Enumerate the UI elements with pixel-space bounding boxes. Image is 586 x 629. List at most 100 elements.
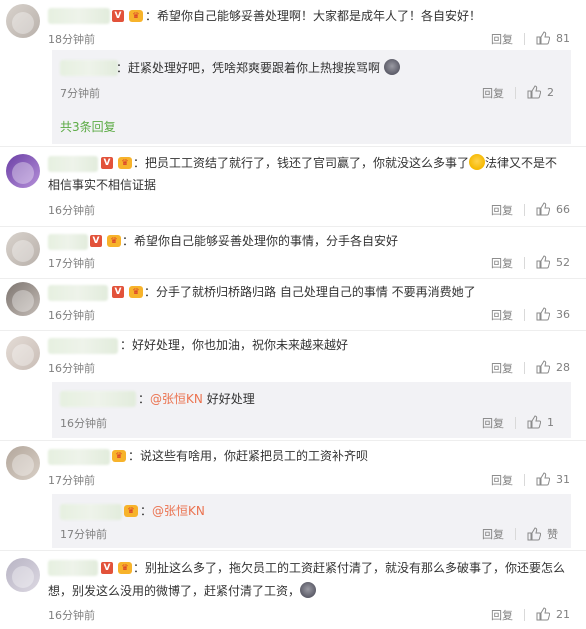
- fan-badge-icon: ♛: [107, 235, 121, 247]
- like-button[interactable]: 31: [536, 472, 570, 486]
- comment-item: V ♛ ：希望你自己能够妥善处理啊！大家都是成年人了！各自安好！ 18分钟前 回…: [0, 0, 586, 50]
- comment-text: ：别扯这么多了，拖欠员工的工资赶紧付清了，就没有那么多破事了，你还要怎么: [133, 561, 566, 575]
- divider: [515, 87, 516, 99]
- reply-time: 7分钟前: [60, 87, 100, 100]
- comment-time: 17分钟前: [48, 257, 95, 270]
- reply-button[interactable]: 回复: [482, 415, 504, 431]
- reply-button[interactable]: 回复: [491, 307, 513, 323]
- reply-button[interactable]: 回复: [491, 472, 513, 488]
- like-button[interactable]: 28: [536, 360, 570, 374]
- thumbs-up-icon: [527, 527, 541, 541]
- comment-time: 16分钟前: [48, 362, 95, 375]
- like-button[interactable]: 36: [536, 307, 570, 321]
- reply-button[interactable]: 回复: [482, 526, 504, 542]
- divider: [524, 204, 525, 216]
- like-button[interactable]: 赞: [527, 526, 558, 542]
- username[interactable]: [48, 8, 110, 24]
- username[interactable]: [48, 449, 110, 465]
- like-count: 2: [547, 85, 554, 99]
- like-button[interactable]: 1: [527, 415, 554, 429]
- emoji-icon: [383, 59, 400, 75]
- verified-icon: V: [112, 286, 124, 298]
- avatar[interactable]: [6, 4, 40, 38]
- divider: [515, 528, 516, 540]
- comment-text-cont: 相信事实不相信证据: [48, 178, 157, 192]
- avatar[interactable]: [6, 336, 40, 370]
- avatar[interactable]: [6, 232, 40, 266]
- like-count: 36: [556, 307, 570, 321]
- like-button[interactable]: 21: [536, 607, 570, 621]
- username[interactable]: [60, 391, 136, 407]
- reply-time: 17分钟前: [60, 528, 107, 541]
- reply-item: ♛ ：@张恒KN 17分钟前 回复 赞: [52, 494, 571, 548]
- reply-button[interactable]: 回复: [491, 31, 513, 47]
- thumbs-up-icon: [536, 472, 550, 486]
- verified-icon: V: [90, 235, 102, 247]
- comment-item: ♛ ：说这些有啥用，你赶紧把员工的工资补齐呗 17分钟前 回复 31: [0, 440, 586, 494]
- reply-button[interactable]: 回复: [491, 202, 513, 218]
- avatar[interactable]: [6, 558, 40, 592]
- comment-time: 18分钟前: [48, 33, 95, 46]
- mention-link[interactable]: @张恒KN: [152, 504, 205, 518]
- comment-time: 17分钟前: [48, 474, 95, 487]
- like-count: 1: [547, 415, 554, 429]
- verified-icon: V: [101, 157, 113, 169]
- comment-text: ：把员工工资结了就行了，钱还了官司赢了，你就没这么多事了 法律又不是不: [133, 154, 558, 170]
- avatar[interactable]: [6, 446, 40, 480]
- reply-button[interactable]: 回复: [491, 607, 513, 623]
- like-count: 21: [556, 607, 570, 621]
- fan-badge-icon: ♛: [118, 157, 132, 169]
- comment-text: ：希望你自己能够妥善处理你的事情，分手各自安好: [122, 234, 399, 248]
- verified-icon: V: [101, 562, 113, 574]
- divider: [515, 417, 516, 429]
- thumbs-up-icon: [527, 85, 541, 99]
- like-button[interactable]: 81: [536, 31, 570, 45]
- like-count: 66: [556, 202, 570, 216]
- reply-button[interactable]: 回复: [491, 255, 513, 271]
- expand-replies-link[interactable]: 共3条回复: [60, 118, 116, 135]
- comment-text: ：分手了就桥归桥路归路 自己处理自己的事情 不要再消费她了: [144, 285, 476, 299]
- username[interactable]: [60, 504, 122, 520]
- mention-link[interactable]: @张恒KN: [150, 392, 203, 406]
- comment-item: V ♛ ：希望你自己能够妥善处理你的事情，分手各自安好 17分钟前 回复 52: [0, 226, 586, 278]
- divider: [524, 309, 525, 321]
- fan-badge-icon: ♛: [112, 450, 126, 462]
- reply-button[interactable]: 回复: [482, 85, 504, 101]
- comment-time: 16分钟前: [48, 309, 95, 322]
- verified-icon: V: [112, 10, 124, 22]
- like-count: 81: [556, 31, 570, 45]
- thumbs-up-icon: [536, 607, 550, 621]
- username[interactable]: [48, 234, 88, 250]
- avatar[interactable]: [6, 282, 40, 316]
- reply-item: ：赶紧处理好吧，凭啥郑爽要跟着你上热搜挨骂啊 7分钟前 回复 2: [52, 50, 571, 108]
- comment-item: V ♛ ：别扯这么多了，拖欠员工的工资赶紧付清了，就没有那么多破事了，你还要怎么…: [0, 550, 586, 629]
- comment-time: 16分钟前: [48, 204, 95, 217]
- reply-button[interactable]: 回复: [491, 360, 513, 376]
- username[interactable]: [48, 156, 98, 172]
- like-button[interactable]: 2: [527, 85, 554, 99]
- comment-item: V ♛ ：分手了就桥归桥路归路 自己处理自己的事情 不要再消费她了 16分钟前 …: [0, 278, 586, 330]
- comment-time: 16分钟前: [48, 609, 95, 622]
- divider: [524, 257, 525, 269]
- thumbs-up-icon: [536, 255, 550, 269]
- like-button[interactable]: 66: [536, 202, 570, 216]
- comment-text: ：说这些有啥用，你赶紧把员工的工资补齐呗: [128, 449, 369, 463]
- thumbs-up-icon: [527, 415, 541, 429]
- thumbs-up-icon: [536, 307, 550, 321]
- thumbs-up-icon: [536, 360, 550, 374]
- thumbs-up-icon: [536, 31, 550, 45]
- avatar[interactable]: [6, 154, 40, 188]
- reply-text: ：@张恒KN 好好处理: [138, 392, 255, 406]
- fan-badge-icon: ♛: [118, 562, 132, 574]
- comment-text-cont: 想，别发这么没用的微博了，赶紧付清了工资，: [48, 581, 317, 601]
- username[interactable]: [48, 285, 108, 301]
- thumbs-up-icon: [536, 202, 550, 216]
- username[interactable]: [60, 60, 118, 76]
- like-label: 赞: [547, 528, 558, 541]
- comment-feed: V ♛ ：希望你自己能够妥善处理啊！大家都是成年人了！各自安好！ 18分钟前 回…: [0, 0, 586, 629]
- emoji-icon: [300, 582, 317, 598]
- username[interactable]: [48, 338, 118, 354]
- username[interactable]: [48, 560, 98, 576]
- divider: [524, 474, 525, 486]
- like-button[interactable]: 52: [536, 255, 570, 269]
